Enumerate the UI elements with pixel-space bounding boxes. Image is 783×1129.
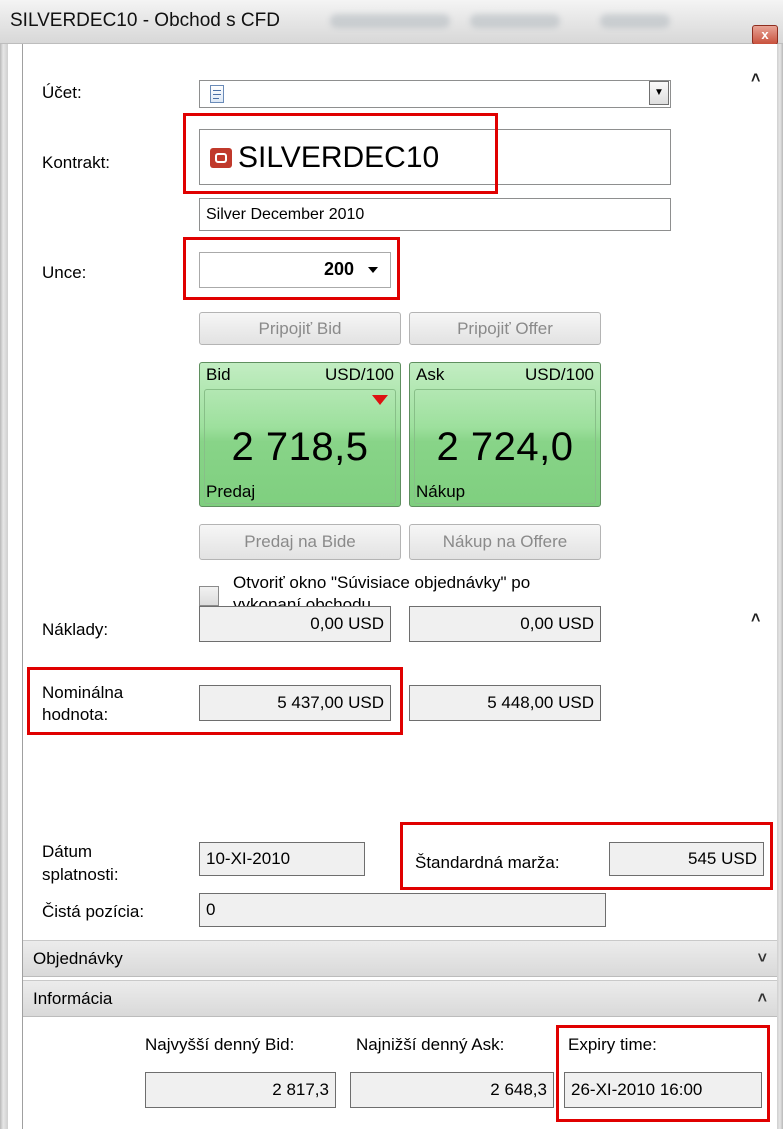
open-related-orders-checkbox[interactable] [199,586,219,606]
ask-price: 2 724,0 [436,425,574,469]
information-section-title: Informácia [33,989,113,1008]
net-position-value: 0 [199,893,606,927]
document-icon [210,85,224,103]
buy-at-offer-button[interactable]: Nákup na Offere [409,524,601,560]
window-title: SILVERDEC10 - Obchod s CFD [10,10,280,31]
ask-price-tile[interactable]: Ask USD/100 2 724,0 Nákup [409,362,601,507]
attach-bid-button[interactable]: Pripojiť Bid [199,312,401,345]
contract-field[interactable]: SILVERDEC10 [199,129,671,185]
quantity-value: 200 [323,259,354,279]
low-ask-value: 2 648,3 [350,1072,554,1108]
cfd-trade-window: SILVERDEC10 - Obchod s CFD x Účet: ▼ ˄ K… [0,0,783,1129]
high-bid-label: Najvyšší denný Bid: [145,1035,295,1054]
collapse-top-icon[interactable]: ˄ [751,70,760,88]
price-down-icon [372,395,388,405]
margin-label: Štandardná marža: [415,853,560,872]
chevron-down-icon[interactable]: ˅ [758,941,767,976]
ask-unit: USD/100 [525,365,594,384]
attach-offer-button[interactable]: Pripojiť Offer [409,312,601,345]
costs-ask-value: 0,00 USD [409,606,601,642]
high-bid-value: 2 817,3 [145,1072,336,1108]
window-frame-left [0,44,8,1129]
notional-bid-value: 5 437,00 USD [199,685,391,721]
contract-description-field: Silver December 2010 [199,198,671,231]
net-position-label: Čistá pozícia: [42,902,145,921]
account-dropdown-arrow-icon[interactable]: ▼ [649,81,669,105]
notional-label-line2: hodnota: [42,705,109,724]
settlement-label-line1: Dátum [42,842,93,861]
expiry-label: Expiry time: [568,1035,657,1054]
quantity-label: Unce: [42,263,87,282]
bid-price: 2 718,5 [231,425,369,469]
settlement-label-line2: splatnosti: [42,865,119,884]
low-ask-label: Najnižší denný Ask: [356,1035,505,1054]
margin-value: 545 USD [609,842,764,876]
bid-price-tile[interactable]: Bid USD/100 2 718,5 Predaj [199,362,401,507]
bid-side-label: Predaj [206,482,256,501]
quantity-dropdown-icon[interactable] [368,267,378,273]
contract-symbol: SILVERDEC10 [238,141,440,174]
quantity-stepper[interactable]: 200 [199,252,391,288]
close-icon[interactable]: x [752,25,778,45]
information-section-header[interactable]: Informácia ˄ [23,980,777,1017]
expiry-value: 26-XI-2010 16:00 [564,1072,762,1108]
orders-section-header[interactable]: Objednávky ˅ [23,940,777,977]
contract-label: Kontrakt: [42,153,111,172]
settlement-date-value: 10-XI-2010 [199,842,365,876]
ask-header: Ask [416,365,445,384]
title-bar[interactable]: SILVERDEC10 - Obchod s CFD x [0,0,783,45]
contract-cfd-icon [210,148,232,168]
notional-ask-value: 5 448,00 USD [409,685,601,721]
sell-at-bid-button[interactable]: Predaj na Bide [199,524,401,560]
bid-unit: USD/100 [325,365,394,384]
option-label-line1: Otvoriť okno "Súvisiace objednávky" po [233,573,531,592]
costs-label: Náklady: [42,620,109,639]
bid-header: Bid [206,365,231,384]
account-label: Účet: [42,83,82,102]
ask-side-label: Nákup [416,482,466,501]
costs-bid-value: 0,00 USD [199,606,391,642]
notional-label-line1: Nominálna [42,683,124,702]
orders-section-title: Objednávky [33,949,123,968]
chevron-up-icon[interactable]: ˄ [758,981,767,1016]
window-frame-right [777,44,783,1129]
account-select[interactable] [199,80,671,108]
collapse-costs-icon[interactable]: ˄ [751,610,760,628]
